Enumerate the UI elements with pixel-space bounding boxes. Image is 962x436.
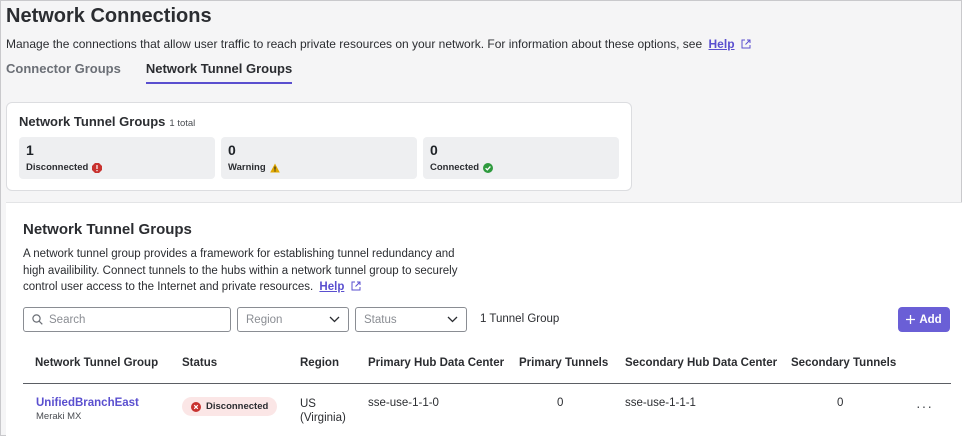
region-select-label: Region (246, 313, 283, 326)
page-title: Network Connections (6, 5, 212, 27)
cell-primary-tunnels: 0 (557, 397, 564, 409)
chevron-down-icon (329, 316, 340, 323)
device-type: Meraki MX (36, 411, 82, 422)
page-description: Manage the connections that allow user t… (6, 37, 751, 51)
stat-label-row: Warning (228, 162, 280, 173)
stat-label-row: Disconnected (26, 162, 103, 173)
summary-title: Network Tunnel Groups 1 total (19, 114, 195, 129)
column-header[interactable]: Region (300, 357, 339, 369)
stat-value: 0 (228, 142, 236, 158)
stat-warning[interactable]: 0 Warning (221, 137, 417, 179)
status-select[interactable]: Status (355, 307, 467, 332)
status-text: Disconnected (206, 401, 269, 412)
tab-network-tunnel-groups[interactable]: Network Tunnel Groups (145, 61, 293, 84)
tab-bar: Connector Groups Network Tunnel Groups (6, 61, 293, 84)
region-line: (Virginia) (300, 412, 346, 424)
error-icon (92, 162, 103, 173)
summary-title-text: Network Tunnel Groups (19, 114, 166, 129)
panel-description: A network tunnel group provides a framew… (23, 246, 478, 296)
result-count: 1 Tunnel Group (480, 313, 560, 325)
search-input[interactable] (49, 313, 219, 326)
stat-label: Warning (228, 162, 266, 173)
cell-status: Disconnected (182, 397, 278, 416)
panel-title: Network Tunnel Groups (23, 221, 192, 238)
status-badge: Disconnected (182, 397, 278, 416)
page-description-text: Manage the connections that allow user t… (6, 37, 703, 51)
add-button[interactable]: Add (898, 307, 950, 332)
panel-description-text: A network tunnel group provides a framew… (23, 248, 458, 293)
external-link-icon (351, 281, 361, 291)
stat-label: Connected (430, 162, 480, 173)
stat-value: 0 (430, 142, 438, 158)
table-header: Network Tunnel Group Status Region Prima… (23, 348, 951, 384)
cell-name: UnifiedBranchEast Meraki MX (36, 397, 139, 422)
error-x-icon (191, 401, 201, 412)
search-field[interactable] (23, 307, 231, 332)
search-icon (32, 314, 43, 325)
status-select-label: Status (364, 313, 397, 326)
cell-secondary-hub: sse-use-1-1-1 (625, 397, 696, 409)
tunnel-group-link[interactable]: UnifiedBranchEast (36, 397, 139, 409)
column-header[interactable]: Network Tunnel Group (35, 357, 158, 369)
plus-icon (906, 315, 916, 324)
add-button-label: Add (919, 313, 942, 326)
check-circle-icon (483, 162, 494, 173)
help-link[interactable]: Help (709, 37, 735, 51)
warning-icon (269, 163, 280, 172)
stat-label-row: Connected (430, 162, 494, 173)
tunnel-groups-table: Network Tunnel Group Status Region Prima… (23, 348, 951, 436)
tab-connector-groups[interactable]: Connector Groups (6, 61, 121, 84)
stat-label: Disconnected (26, 162, 89, 173)
stat-value: 1 (26, 142, 34, 158)
column-header[interactable]: Primary Tunnels (519, 357, 608, 369)
cell-primary-hub: sse-use-1-1-0 (368, 397, 439, 409)
cell-region: US (Virginia) (300, 397, 346, 425)
tunnel-groups-panel: Network Tunnel Groups A network tunnel g… (6, 202, 962, 436)
stat-disconnected[interactable]: 1 Disconnected (19, 137, 215, 179)
external-link-icon (741, 39, 751, 49)
summary-total: 1 total (169, 118, 196, 129)
cell-secondary-tunnels: 0 (837, 397, 844, 409)
column-header[interactable]: Secondary Tunnels (791, 357, 896, 369)
chevron-down-icon (447, 316, 458, 323)
region-select[interactable]: Region (237, 307, 349, 332)
panel-help-link[interactable]: Help (319, 281, 344, 293)
column-header[interactable]: Primary Hub Data Center (368, 357, 504, 369)
region-line: US (300, 398, 316, 410)
summary-card: Network Tunnel Groups 1 total 1 Disconnec… (6, 102, 632, 191)
table-row[interactable]: UnifiedBranchEast Meraki MX Disconnected… (23, 384, 951, 436)
column-header[interactable]: Status (182, 357, 217, 369)
column-header[interactable]: Secondary Hub Data Center (625, 357, 777, 369)
stat-connected[interactable]: 0 Connected (423, 137, 619, 179)
row-actions-icon[interactable]: ··· (916, 398, 933, 414)
